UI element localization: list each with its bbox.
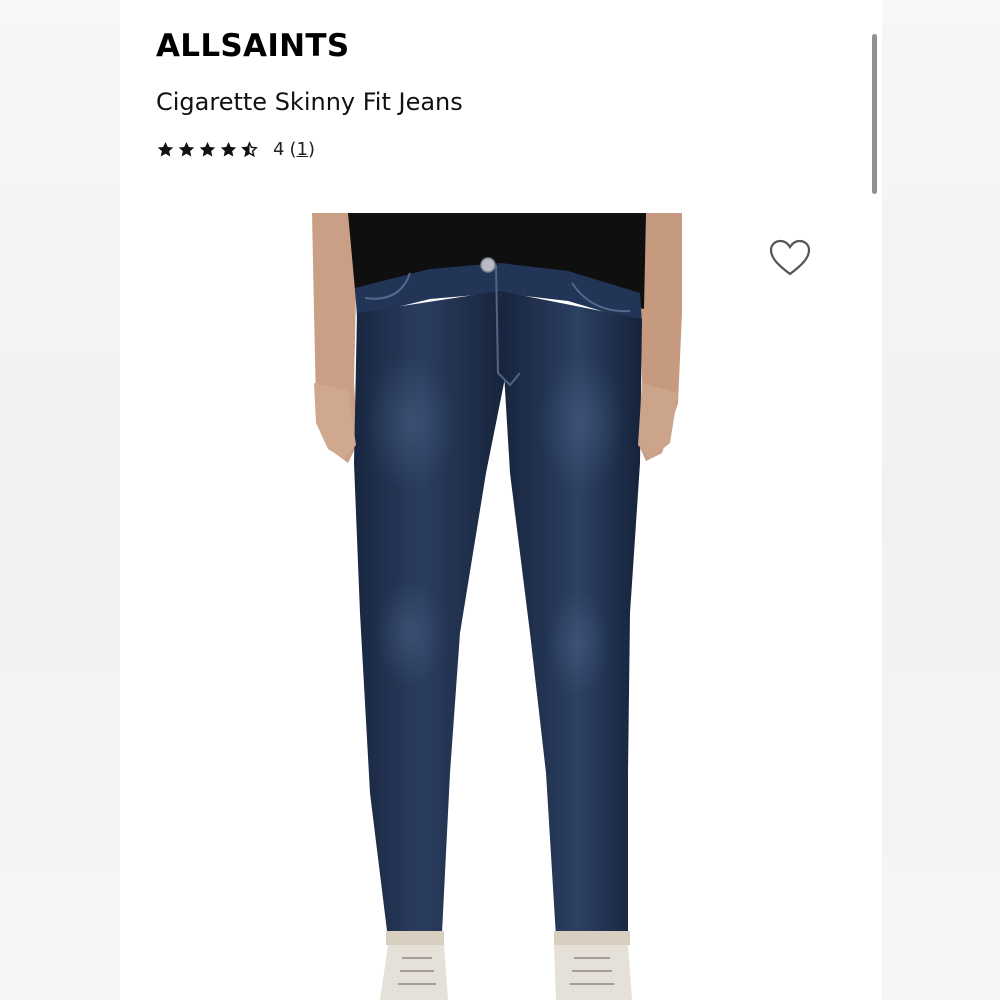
product-panel: ALLSAINTS Cigarette Skinny Fit Jeans 4 (… <box>120 0 882 1000</box>
product-title: Cigarette Skinny Fit Jeans <box>156 88 463 116</box>
rating-stars <box>156 140 259 159</box>
rating-row[interactable]: 4 (1) <box>156 139 315 160</box>
scrollbar-thumb[interactable] <box>872 34 877 194</box>
heart-outline-icon[interactable] <box>768 238 812 278</box>
rating-value: 4 <box>273 139 285 160</box>
star-filled-icon <box>157 141 174 157</box>
review-count-link[interactable]: (1) <box>289 139 315 160</box>
review-count-close: ) <box>307 139 315 160</box>
star-outline-icon <box>241 141 258 158</box>
star-filled-icon <box>199 141 216 157</box>
star-filled-icon <box>178 141 195 157</box>
brand-name[interactable]: ALLSAINTS <box>156 28 349 64</box>
background-left <box>0 0 120 1000</box>
background-right <box>882 0 1000 1000</box>
star-filled-icon <box>220 141 237 157</box>
product-image[interactable] <box>310 213 685 1000</box>
review-count[interactable]: 1 <box>296 139 307 160</box>
